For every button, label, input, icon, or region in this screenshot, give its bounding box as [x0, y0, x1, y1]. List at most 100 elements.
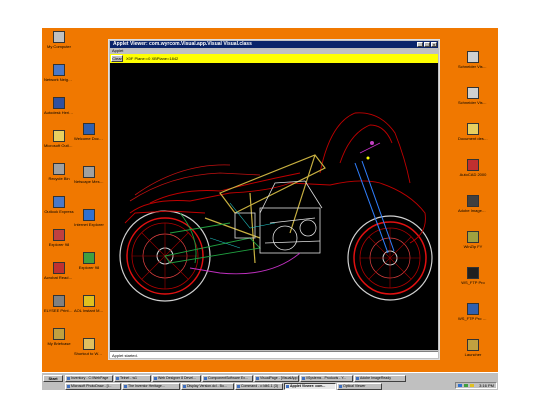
- desktop-icon-launcher[interactable]: Launcher: [458, 339, 488, 357]
- adobe-imagerea-icon: [467, 195, 479, 207]
- desktop-icon-label: WS_FTP Pro Explorer: [458, 316, 488, 321]
- desktop-icon-my-briefcase[interactable]: My Briefcase: [44, 328, 74, 346]
- desktop-icon-recycle-bin[interactable]: Recycle Bin: [44, 163, 74, 181]
- desktop-icon-microsoft-outlook[interactable]: Microsoft Outlook: [44, 130, 74, 148]
- desktop-icon-label: WS_FTP Pro: [461, 280, 485, 285]
- close-button[interactable]: ×: [431, 42, 437, 47]
- coordinates-readout: X0F Plane:=0 XBPlane=1842: [126, 56, 179, 61]
- taskbar-item[interactable]: Applet Viewer: com...: [284, 383, 336, 390]
- maximize-button[interactable]: □: [424, 42, 430, 47]
- start-button[interactable]: Start: [43, 375, 63, 382]
- desktop-icon-network-neighborhood[interactable]: Network Neighborhood: [44, 64, 74, 82]
- drawing-canvas[interactable]: [110, 63, 438, 350]
- autocad-2000-icon: [467, 159, 479, 171]
- desktop-icon-label: Shortcut to Weeds: [74, 351, 104, 356]
- desktop-icon-aol-instant-messeng[interactable]: AOL Instant Messeng...: [74, 295, 104, 313]
- taskbar-item[interactable]: Telnet - w1: [114, 375, 151, 382]
- menu-applet[interactable]: Applet: [112, 48, 123, 53]
- desktop-icon-acrobat-reader-4-0[interactable]: Acrobat Reader 4.0: [44, 262, 74, 280]
- winzip-fy-icon: [467, 231, 479, 243]
- desktop-icon-netscape-messenger[interactable]: Netscape Messenger: [74, 166, 104, 184]
- schneider-visual-page-icon: [467, 87, 479, 99]
- ws-ftp-pro-icon: [467, 267, 479, 279]
- desktop-icon-my-computer[interactable]: My Computer: [44, 31, 74, 49]
- microsoft-outlook-icon: [53, 130, 65, 142]
- taskbar-item[interactable]: Microsoft PhotoDraw - [I...: [65, 383, 121, 390]
- desktop-icon-label: Document desktop: [458, 136, 488, 141]
- taskbar-item[interactable]: Adobe ImageReady: [354, 375, 406, 382]
- shortcut-to-weeds-icon: [83, 338, 95, 350]
- taskbar-item[interactable]: Display Version.dcl - Bo...: [181, 383, 234, 390]
- desktop-icon-label: My Computer: [46, 44, 71, 49]
- desktop-icon-outlook-express[interactable]: Outlook Express: [44, 196, 74, 214]
- taskbar-item[interactable]: Command - c:\db1.1 (3): [235, 383, 283, 390]
- mirror-detail: [370, 141, 374, 145]
- taskbar-item[interactable]: Web Designer 8 Devel...: [152, 375, 201, 382]
- seat-tail: [129, 164, 261, 202]
- front-wheel: [347, 215, 433, 301]
- taskbar-item[interactable]: \\Systems - Products - Y...: [300, 375, 353, 382]
- applet-toolbar: Clear X0F Plane:=0 XBPlane=1842: [110, 54, 438, 63]
- desktop-icon-label: Autodesk Heritage Ce...: [44, 110, 74, 115]
- desktop-icon-label: WinZip FY: [463, 244, 483, 249]
- my-computer-icon: [53, 31, 65, 43]
- desktop-icon-adobe-imagerea[interactable]: Adobe ImageRea...: [458, 195, 488, 213]
- aol-instant-messeng-icon: [83, 295, 95, 307]
- desktop-icon-internet-explorer[interactable]: Internet Explorer: [74, 209, 104, 227]
- desktop-icon-elysee-printer-to-pc[interactable]: ELYSEE Printer to PC: [44, 295, 74, 313]
- desktop-icon-label: Welcome Documentatio: [74, 136, 104, 141]
- explorer-98-icon: [53, 229, 65, 241]
- desktop-icon-autocad-2000[interactable]: AutoCAD 2000: [458, 159, 488, 177]
- schneider-visual-cafe-icon: [467, 51, 479, 63]
- taskbar: Start Inventory - C:\WebPage Telnet - w1 W…: [42, 372, 498, 390]
- launcher-icon: [467, 339, 479, 351]
- internet-explorer-icon: [83, 209, 95, 221]
- recycle-bin-icon: [53, 163, 65, 175]
- desktop-icon-label: Schneider Visual Cafe: [458, 64, 488, 69]
- desktop-icon-schneider-visual-page[interactable]: Schneider Visual Page: [458, 87, 488, 105]
- network-tray-icon[interactable]: [458, 384, 462, 387]
- taskbar-item[interactable]: Optical Viewer: [337, 383, 382, 390]
- desktop-icon-label: Adobe ImageRea...: [458, 208, 488, 213]
- desktop-icon-label: Explorer 98: [48, 242, 70, 247]
- taskbar-item[interactable]: Inventory - C:\WebPage: [65, 375, 113, 382]
- desktop-icon-label: Netscape Messenger: [74, 179, 104, 184]
- desktop-icon-schneider-visual-cafe[interactable]: Schneider Visual Cafe: [458, 51, 488, 69]
- system-tray: 3:16 PM: [455, 382, 497, 389]
- taskbar-item[interactable]: ComponentSoftware Ex...: [202, 375, 253, 382]
- autodesk-heritage-ce-icon: [53, 97, 65, 109]
- desktop-icon-explorer-98[interactable]: Explorer 98: [74, 252, 104, 270]
- desktop-icon-label: ELYSEE Printer to PC: [44, 308, 74, 313]
- taskbar-item[interactable]: VisualPage - [VisualApp: [254, 375, 299, 382]
- desktop-icon-autodesk-heritage-ce[interactable]: Autodesk Heritage Ce...: [44, 97, 74, 115]
- desktop-icon-shortcut-to-weeds[interactable]: Shortcut to Weeds: [74, 338, 104, 356]
- document-desktop-icon: [467, 123, 479, 135]
- desktop-icon-winzip-fy[interactable]: WinZip FY: [458, 231, 488, 249]
- desktop-icon-label: AOL Instant Messeng...: [74, 308, 104, 313]
- desktop-icon-label: Network Neighborhood: [44, 77, 74, 82]
- desktop-icon-ws-ftp-pro[interactable]: WS_FTP Pro: [458, 267, 488, 285]
- outlook-express-icon: [53, 196, 65, 208]
- desktop-icon-label: Launcher: [464, 352, 482, 357]
- taskbar-item[interactable]: The Inventor Heritage...: [122, 383, 180, 390]
- clock: 3:16 PM: [479, 383, 494, 388]
- minimize-button[interactable]: _: [417, 42, 423, 47]
- clear-button[interactable]: Clear: [111, 55, 123, 62]
- desktop-icon-document-desktop[interactable]: Document desktop: [458, 123, 488, 141]
- desktop-icon-explorer-98[interactable]: Explorer 98: [44, 229, 74, 247]
- volume-tray-icon[interactable]: [464, 384, 468, 387]
- elysee-printer-to-pc-icon: [53, 295, 65, 307]
- desktop-icon-label: AutoCAD 2000: [459, 172, 487, 177]
- exhaust: [189, 142, 381, 275]
- ws-ftp-pro-explorer-icon: [467, 303, 479, 315]
- motorcycle-wireframe-drawing: [119, 112, 433, 302]
- window-title: Applet Viewer: com.wyrcom.Visual.app.Vis…: [113, 41, 252, 47]
- desktop-icon-label: Recycle Bin: [48, 176, 70, 181]
- desktop-icon-welcome-documentatio[interactable]: Welcome Documentatio: [74, 123, 104, 141]
- window-titlebar[interactable]: Applet Viewer: com.wyrcom.Visual.app.Vis…: [110, 41, 438, 48]
- indicator-detail: [366, 156, 370, 160]
- front-fork: [354, 160, 395, 254]
- desktop-icon-ws-ftp-pro-explorer[interactable]: WS_FTP Pro Explorer: [458, 303, 488, 321]
- desktop-icon-label: Internet Explorer: [74, 222, 104, 227]
- app-tray-icon[interactable]: [470, 384, 474, 387]
